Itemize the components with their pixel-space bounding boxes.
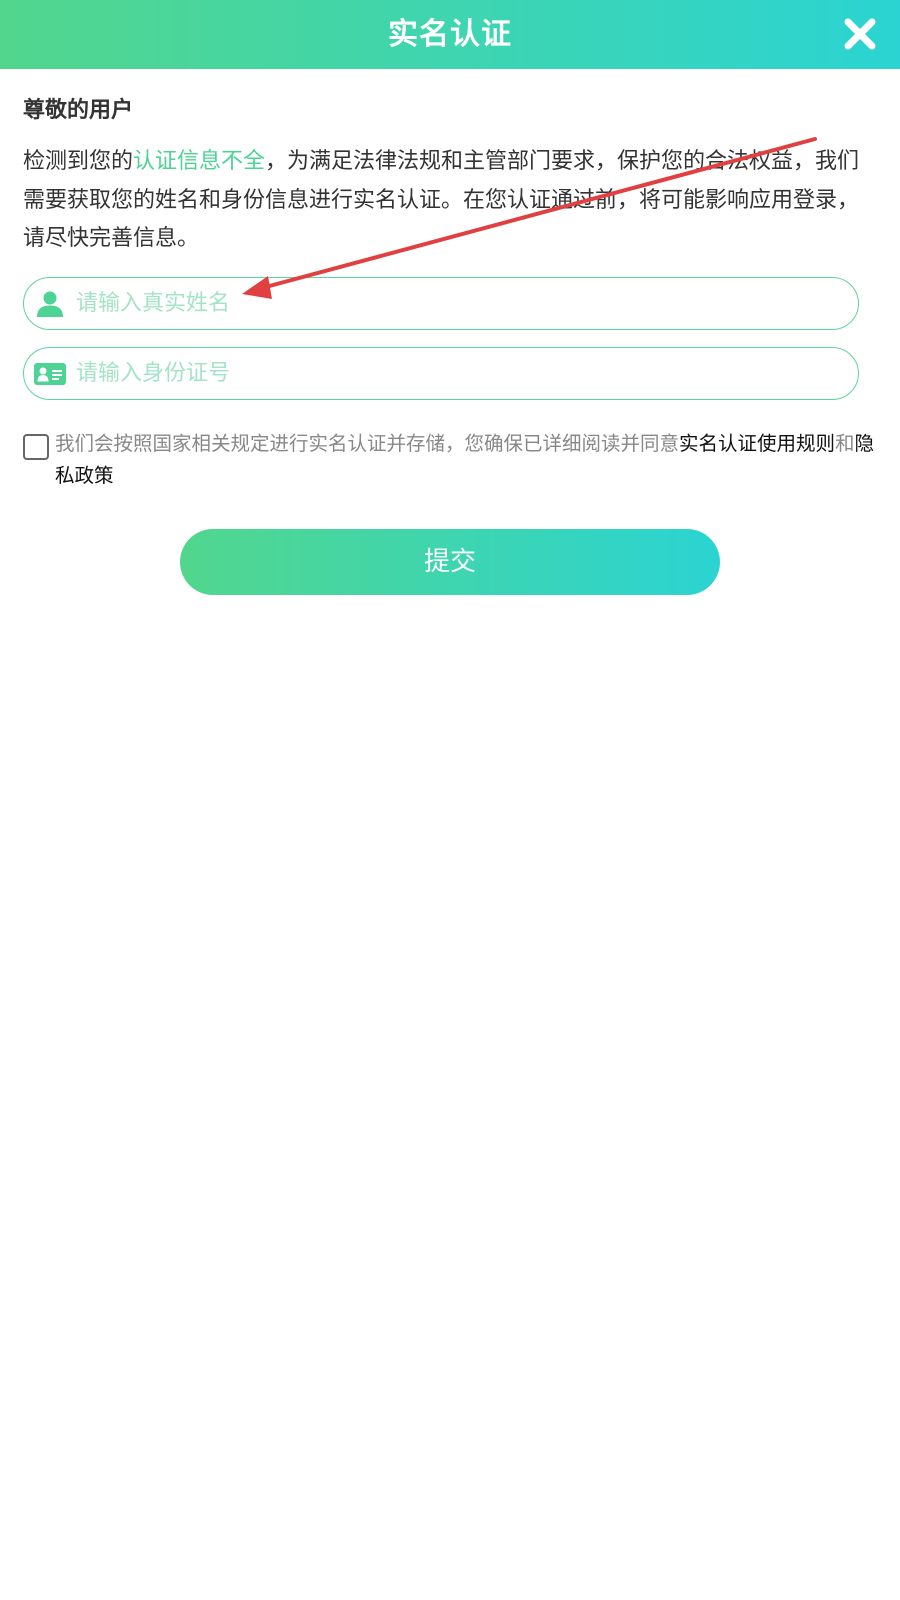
close-button[interactable] [842,16,878,52]
page-title: 实名认证 [388,17,512,52]
user-icon [37,291,63,317]
rules-link[interactable]: 实名认证使用规则 [679,432,835,455]
submit-button[interactable]: 提交 [180,529,720,595]
header-bar: 实名认证 [0,0,900,69]
agreement-conjunction: 和 [835,432,855,455]
name-input[interactable] [76,278,836,329]
name-field[interactable] [23,277,859,330]
id-card-icon [34,363,66,385]
description-part1: 检测到您的 [23,149,134,174]
description-highlight: 认证信息不全 [133,149,266,174]
agreement-checkbox[interactable] [23,434,49,460]
agreement-text: 我们会按照国家相关规定进行实名认证并存储，您确保已详细阅读并同意实名认证使用规则… [55,428,885,492]
id-number-input[interactable] [76,348,836,399]
id-field[interactable] [23,347,859,400]
real-name-auth-page: 实名认证 尊敬的用户 检测到您的认证信息不全，为满足法律法规和主管部门要求，保护… [0,0,900,1600]
greeting-heading: 尊敬的用户 [23,98,134,123]
close-icon [844,18,876,50]
description-text: 检测到您的认证信息不全，为满足法律法规和主管部门要求，保护您的合法权益，我们需要… [23,143,873,259]
agreement-statement: 我们会按照国家相关规定进行实名认证并存储，您确保已详细阅读并同意 [55,432,680,455]
